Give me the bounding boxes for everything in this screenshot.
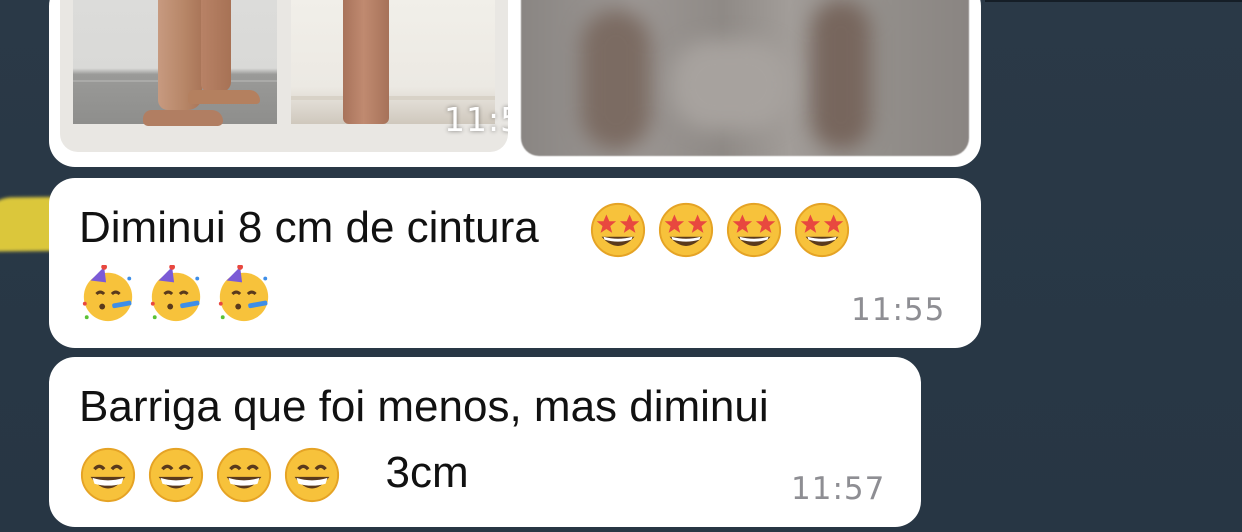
grinning-face-emoji [80,448,136,503]
partying-face-emoji [218,265,269,322]
photo-foot-shape [188,90,260,104]
photo-thumbnail-blurred[interactable] [521,0,969,156]
photo-foot-shape [143,110,223,126]
blurred-figure [581,10,651,150]
message-bubble[interactable]: Barriga que foi menos, mas diminui 3cm 1… [49,357,921,527]
media-message-bubble[interactable]: 11:53 [49,0,981,167]
emoji-line: 3cm [79,443,469,504]
star-struck-emoji [795,203,850,258]
grinning-face-emoji [284,448,340,503]
photo-collage-left[interactable]: 11:53 [60,0,508,152]
message-text: Barriga que foi menos, mas diminui [79,382,769,431]
message-text: 3cm [385,448,469,497]
grinning-face-emoji [216,448,272,503]
star-struck-emoji [727,203,782,258]
photo-timestamp: 11:53 [444,100,508,139]
message-bubble[interactable]: Diminui 8 cm de cintura 11:55 [49,178,981,348]
message-text: Diminui 8 cm de cintura [79,203,539,252]
emoji-row [589,203,861,258]
partying-face-emoji [82,265,133,322]
message-timestamp: 11:57 [791,471,886,507]
emoji-line [79,262,283,323]
grinning-face-emoji [148,448,204,503]
blurred-figure [811,0,871,150]
partying-face-emoji [150,265,201,322]
message-timestamp: 11:55 [851,292,946,328]
photo-leg-shape [343,0,389,124]
photo-thumbnail-1[interactable] [73,0,277,126]
star-struck-emoji [659,203,714,258]
blurred-background [671,40,791,130]
photo-leg-shape [201,0,231,92]
star-struck-emoji [591,203,646,258]
chat-view[interactable]: 11:53 Diminui 8 cm de cintura [0,0,1242,532]
message-line: Diminui 8 cm de cintura [79,198,861,259]
divider [985,0,1242,2]
